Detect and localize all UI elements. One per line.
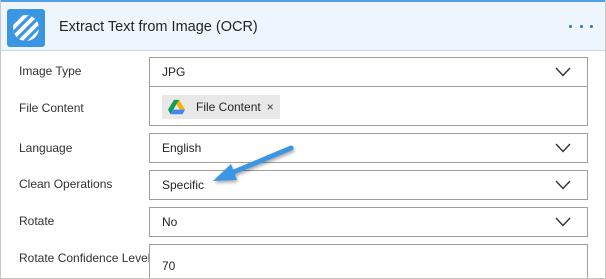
rotate-confidence-level-value: 70: [162, 259, 176, 273]
action-title: Extract Text from Image (OCR): [59, 19, 258, 35]
file-content-field[interactable]: File Content ×: [149, 86, 588, 126]
clean-operations-label: Clean Operations: [19, 177, 113, 191]
chevron-down-icon: [555, 180, 571, 190]
language-label: Language: [19, 141, 73, 155]
chevron-down-icon: [555, 143, 571, 153]
language-value: English: [162, 141, 202, 155]
rotate-confidence-level-label: Rotate Confidence Level: [19, 251, 151, 265]
action-header[interactable]: Extract Text from Image (OCR): [1, 0, 605, 51]
stripes-logo-icon: [7, 9, 45, 47]
rotate-label: Rotate: [19, 214, 55, 228]
rotate-confidence-level-input[interactable]: 70: [149, 244, 588, 278]
file-content-label: File Content: [19, 101, 84, 115]
image-type-dropdown[interactable]: JPG: [149, 57, 588, 87]
remove-token-icon[interactable]: ×: [267, 101, 274, 113]
chevron-down-icon: [555, 67, 571, 77]
rotate-value: No: [162, 215, 178, 229]
chevron-down-icon: [555, 217, 571, 227]
rotate-dropdown[interactable]: No: [149, 207, 588, 237]
image-type-value: JPG: [162, 65, 186, 79]
action-card: Extract Text from Image (OCR) Image Type…: [0, 0, 606, 279]
file-content-token-label: File Content: [196, 100, 261, 114]
file-content-token[interactable]: File Content ×: [162, 95, 280, 119]
ellipsis-icon[interactable]: [567, 14, 595, 38]
google-drive-icon: [168, 99, 185, 114]
arrow-pointer-icon: [213, 145, 294, 181]
clean-operations-value: Specific: [162, 178, 205, 192]
image-type-label: Image Type: [19, 64, 82, 78]
